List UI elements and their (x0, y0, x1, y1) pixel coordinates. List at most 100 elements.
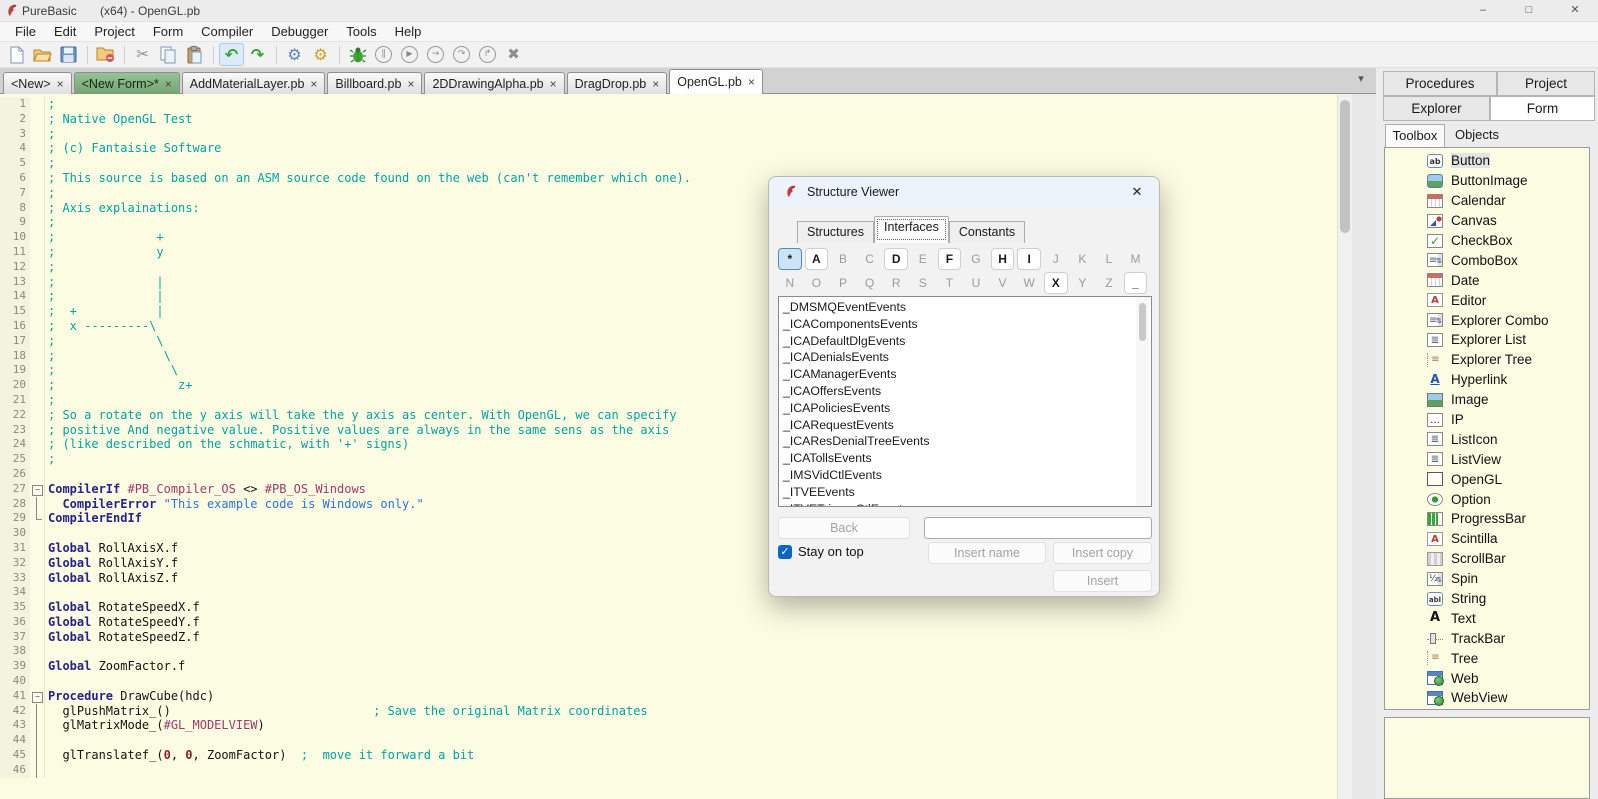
fold-marker[interactable] (30, 497, 44, 512)
toolbox-item-hyperlink[interactable]: Hyperlink (1427, 370, 1589, 390)
toolbox-item-canvas[interactable]: Canvas (1427, 211, 1589, 231)
tab-opengl-pb[interactable]: OpenGL.pb× (669, 69, 763, 94)
interface-list-item[interactable]: _ICAComponentsEvents (783, 316, 1151, 333)
alpha-button-u[interactable]: U (964, 272, 988, 294)
toolbox-item-string[interactable]: String (1427, 589, 1589, 609)
tab-close-icon[interactable]: × (57, 79, 64, 89)
step-over-button[interactable]: ↷ (449, 43, 474, 66)
alpha-button-s[interactable]: S (911, 272, 935, 294)
menu-file[interactable]: File (6, 23, 45, 40)
run-button[interactable]: ▶ (397, 43, 422, 66)
alpha-button-b[interactable]: B (831, 248, 855, 270)
menu-tools[interactable]: Tools (337, 23, 385, 40)
toolbox-item-scrollbar[interactable]: ScrollBar (1427, 549, 1589, 569)
interface-list-item[interactable]: _ICAPoliciesEvents (783, 400, 1151, 417)
alpha-button-underscore[interactable]: _ (1124, 272, 1148, 294)
tab-close-icon[interactable]: × (165, 79, 172, 89)
alpha-button-y[interactable]: Y (1071, 272, 1095, 294)
interface-list-item[interactable]: _ICADenialsEvents (783, 349, 1151, 366)
step-out-button[interactable]: ↱ (475, 43, 500, 66)
alpha-button-w[interactable]: W (1017, 272, 1041, 294)
alpha-button-d[interactable]: D (884, 248, 908, 270)
alpha-button-x[interactable]: X (1044, 272, 1068, 294)
alpha-button-m[interactable]: M (1124, 248, 1148, 270)
close-icon[interactable]: ✕ (1125, 182, 1149, 203)
list-scrollbar-thumb[interactable] (1139, 303, 1146, 341)
alpha-button-star[interactable]: * (778, 248, 802, 270)
dialog-title-bar[interactable]: Structure Viewer ✕ (769, 177, 1159, 207)
toolbox-item-progressbar[interactable]: ProgressBar (1427, 509, 1589, 529)
alpha-button-j[interactable]: J (1044, 248, 1068, 270)
alpha-button-r[interactable]: R (884, 272, 908, 294)
toolbox-item-editor[interactable]: Editor (1427, 290, 1589, 310)
toolbox-item-option[interactable]: Option (1427, 489, 1589, 509)
menu-edit[interactable]: Edit (45, 23, 85, 40)
toolbox-item-scintilla[interactable]: Scintilla (1427, 529, 1589, 549)
tab-interfaces[interactable]: Interfaces (874, 216, 949, 243)
alpha-button-o[interactable]: O (805, 272, 829, 294)
tab-close-icon[interactable]: × (550, 79, 557, 89)
save-file-button[interactable] (56, 43, 81, 66)
interface-list-item[interactable]: _ICATollsEvents (783, 450, 1151, 467)
tab-close-icon[interactable]: × (310, 79, 317, 89)
new-file-button[interactable] (4, 43, 29, 66)
menu-help[interactable]: Help (386, 23, 431, 40)
insert-copy-button[interactable]: Insert copy (1053, 542, 1152, 564)
list-scrollbar[interactable] (1136, 297, 1149, 506)
alpha-button-n[interactable]: N (778, 272, 802, 294)
toolbox-item-explorer-combo[interactable]: Explorer Combo (1427, 310, 1589, 330)
alpha-button-g[interactable]: G (964, 248, 988, 270)
tab-constants[interactable]: Constants (949, 221, 1025, 243)
toolbox-item-web[interactable]: Web (1427, 668, 1589, 688)
interface-list-item[interactable]: _ICAOffersEvents (783, 383, 1151, 400)
tab-form[interactable]: Form (1490, 96, 1595, 121)
minimize-icon[interactable]: – (1460, 0, 1506, 22)
tab-dragdrop-pb[interactable]: DragDrop.pb× (567, 72, 668, 94)
toolbox-item-opengl[interactable]: OpenGL (1427, 469, 1589, 489)
insert-button[interactable]: Insert (1053, 570, 1152, 592)
toolbox-item-text[interactable]: Text (1427, 608, 1589, 628)
tab-new[interactable]: <New>× (3, 72, 72, 94)
toolbox-item-calendar[interactable]: Calendar (1427, 191, 1589, 211)
fold-marker[interactable] (30, 733, 44, 748)
toolbox-item-checkbox[interactable]: CheckBox (1427, 231, 1589, 251)
open-file-button[interactable] (30, 43, 55, 66)
alpha-button-z[interactable]: Z (1097, 272, 1121, 294)
tab-close-icon[interactable]: × (652, 79, 659, 89)
tab-close-icon[interactable]: × (748, 77, 755, 87)
interface-list-item[interactable]: _DMSMQEventEvents (783, 299, 1151, 316)
toolbox-item-webview[interactable]: WebView (1427, 688, 1589, 708)
compiler-options-button[interactable]: ⚙ (308, 43, 333, 66)
menu-project[interactable]: Project (85, 23, 143, 40)
toolbox-item-listview[interactable]: ListView (1427, 449, 1589, 469)
toolbox-item-buttonimage[interactable]: ButtonImage (1427, 171, 1589, 191)
tab-explorer[interactable]: Explorer (1383, 96, 1490, 121)
tab-objects[interactable]: Objects (1445, 124, 1509, 147)
fold-marker[interactable] (30, 748, 44, 763)
interface-list-item[interactable]: _ICAResDenialTreeEvents (783, 433, 1151, 450)
interface-list-item[interactable]: _ICARequestEvents (783, 417, 1151, 434)
toolbox-item-combobox[interactable]: ComboBox (1427, 250, 1589, 270)
interface-list-item[interactable]: _ICADefaultDlgEvents (783, 333, 1151, 350)
menu-form[interactable]: Form (144, 23, 192, 40)
alpha-button-i[interactable]: I (1017, 248, 1041, 270)
interface-list-item[interactable]: _ICAManagerEvents (783, 366, 1151, 383)
toolbox-item-date[interactable]: Date (1427, 270, 1589, 290)
tab-close-icon[interactable]: × (407, 79, 414, 89)
toolbox-item-trackbar[interactable]: TrackBar (1427, 628, 1589, 648)
fold-marker[interactable] (30, 689, 44, 704)
filter-input[interactable] (924, 517, 1152, 539)
alpha-button-q[interactable]: Q (858, 272, 882, 294)
fold-marker[interactable] (30, 763, 44, 778)
redo-button[interactable]: ↷ (245, 43, 270, 66)
toolbox-category-containers[interactable]: Containers (1407, 708, 1589, 710)
alpha-button-h[interactable]: H (991, 248, 1015, 270)
toolbox-item-tree[interactable]: Tree (1427, 648, 1589, 668)
cut-button[interactable]: ✂ (130, 43, 155, 66)
toolbox-item-listicon[interactable]: ListIcon (1427, 429, 1589, 449)
editor-vertical-scrollbar[interactable] (1337, 94, 1352, 799)
alpha-button-f[interactable]: F (938, 248, 962, 270)
interface-list-item[interactable]: _ITVETriggerCtlEvents (783, 501, 1151, 507)
toolbox-item-explorer-tree[interactable]: Explorer Tree (1427, 350, 1589, 370)
stay-on-top-checkbox[interactable]: ✓ (778, 545, 792, 559)
